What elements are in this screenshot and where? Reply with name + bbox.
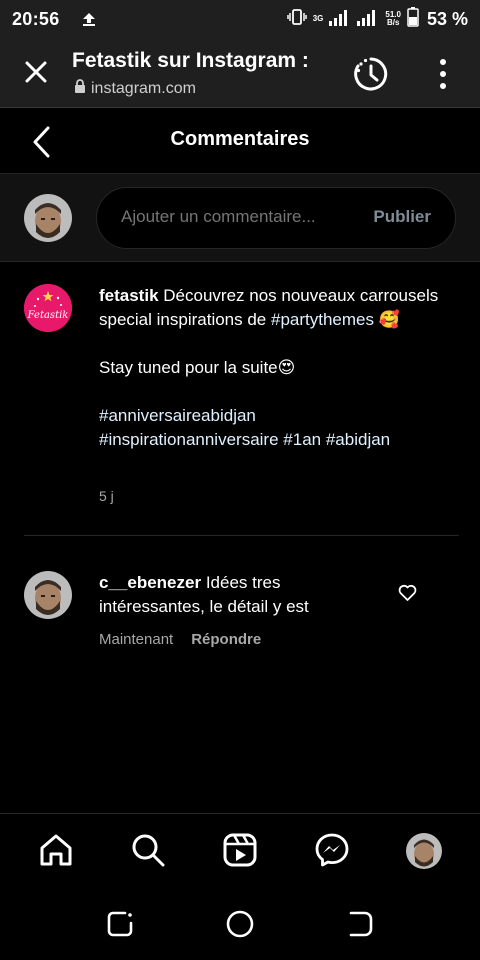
hashtag-link[interactable]: #inspirationanniversaire [99, 430, 279, 449]
close-icon[interactable] [22, 58, 50, 86]
network-type: 3G [312, 14, 324, 23]
home-button-icon[interactable] [225, 909, 255, 939]
brand-avatar[interactable]: Fetastik [24, 284, 72, 332]
caption-timestamp: 5 j [99, 488, 114, 504]
comment-timestamp: Maintenant [99, 631, 174, 648]
brand-logo-text: Fetastik [27, 310, 69, 321]
signal-icon-2 [357, 8, 379, 31]
battery-icon [407, 6, 419, 32]
battery-percent: 53 % [426, 8, 468, 29]
reply-button[interactable]: Répondre [191, 631, 261, 648]
comments-header: Commentaires [0, 108, 480, 174]
emoji-smiling-hearts: 🥰 [378, 310, 400, 329]
profile-avatar[interactable] [406, 833, 442, 869]
emoji-heart-eyes: 😍 [277, 358, 296, 377]
status-bar: 20:56 3G 51.0 B/s 53 % [0, 0, 480, 38]
comment-text: c__ebenezer Idées tres intéressantes, le… [99, 571, 369, 619]
page-title: Commentaires [170, 128, 310, 150]
more-menu-icon[interactable] [432, 56, 454, 92]
browser-title: Fetastik sur Instagram : [72, 49, 309, 72]
bottom-nav [0, 813, 480, 887]
status-right: 3G 51.0 B/s 53 % [286, 6, 468, 32]
hashtag-link[interactable]: #1an [283, 430, 321, 449]
hashtag-link[interactable]: #anniversaireabidjan [99, 406, 256, 425]
network-speed: 51.0 B/s [385, 11, 401, 27]
url-text: instagram.com [91, 79, 196, 97]
reels-icon[interactable] [222, 832, 258, 868]
home-icon[interactable] [38, 832, 74, 868]
like-heart-icon[interactable] [398, 584, 417, 602]
comment-box: Publier [96, 187, 456, 249]
comment-input[interactable] [121, 207, 351, 227]
status-time: 20:56 [12, 8, 60, 29]
comment-username[interactable]: c__ebenezer [99, 573, 201, 592]
commenter-avatar[interactable] [24, 571, 72, 619]
system-nav [0, 887, 480, 960]
upload-icon [80, 10, 98, 28]
messenger-icon[interactable] [314, 832, 350, 868]
comment-meta: Maintenant Répondre [99, 631, 261, 648]
comment-composer: Publier [0, 174, 480, 262]
hashtag-link[interactable]: #partythemes [271, 310, 374, 329]
caption-username[interactable]: fetastik [99, 286, 159, 305]
browser-bar: Fetastik sur Instagram : instagram.com [0, 38, 480, 108]
browser-url: instagram.com [74, 79, 196, 98]
hashtag-link[interactable]: #abidjan [326, 430, 390, 449]
publish-button[interactable]: Publier [373, 207, 431, 227]
lock-icon [74, 79, 86, 98]
vibrate-icon [286, 8, 307, 31]
search-icon[interactable] [130, 832, 166, 868]
divider [24, 535, 459, 536]
user-avatar [24, 194, 72, 242]
recents-icon[interactable] [105, 909, 135, 939]
caption-text: fetastik Découvrez nos nouveaux carrouse… [99, 284, 459, 452]
caption-line2: Stay tuned pour la suite [99, 358, 278, 377]
history-icon[interactable] [352, 55, 390, 93]
speed-unit: B/s [386, 18, 400, 27]
signal-icon [329, 8, 351, 31]
back-nav-icon[interactable] [345, 909, 375, 939]
